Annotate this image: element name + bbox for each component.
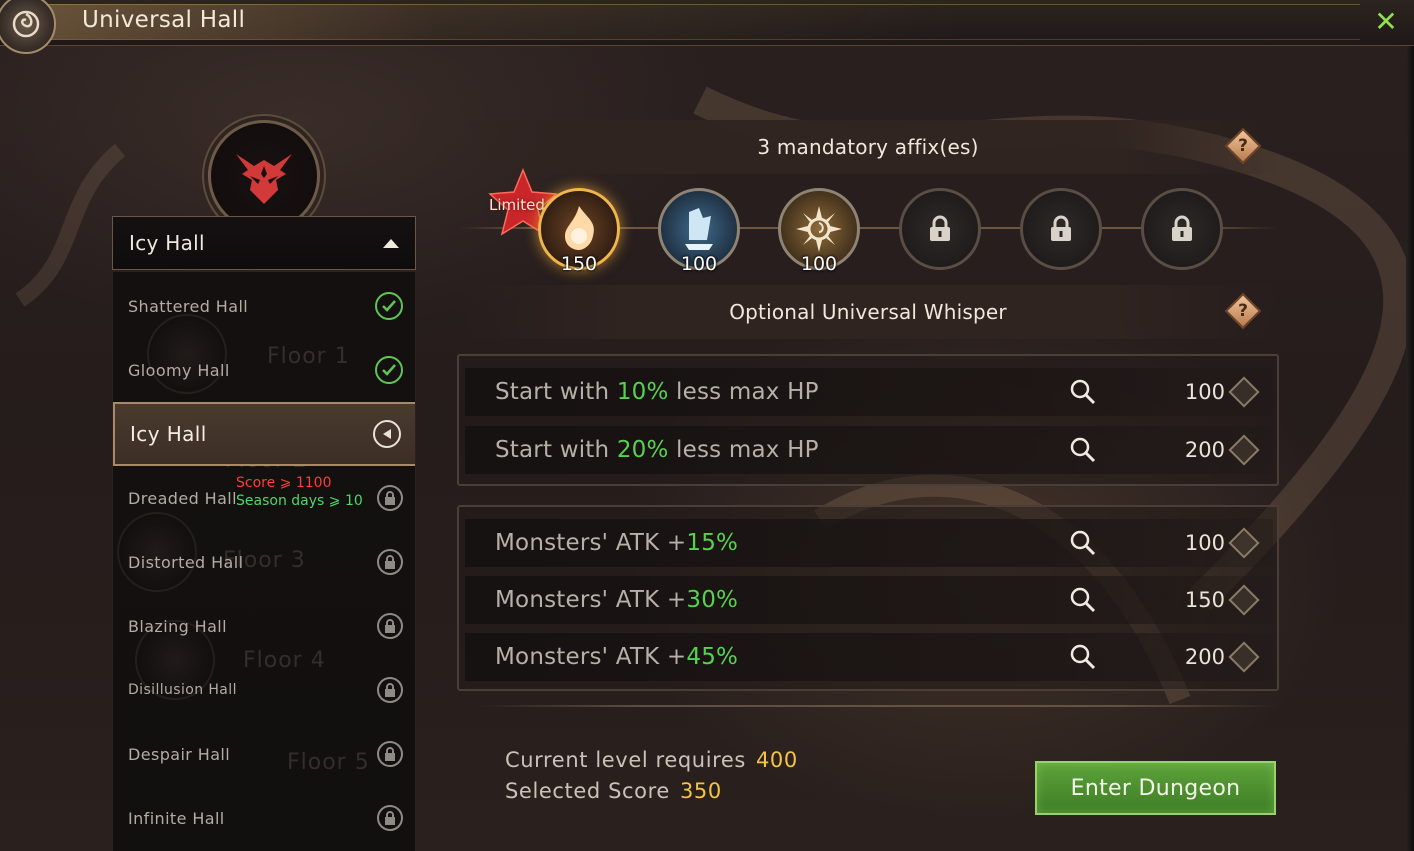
search-icon[interactable] <box>1069 378 1097 406</box>
lock-icon <box>377 613 403 639</box>
sun-vortex-icon <box>796 206 842 252</box>
hall-name: Gloomy Hall <box>128 360 230 380</box>
play-arrow-icon <box>373 420 401 448</box>
hall-name: Distorted Hall <box>128 552 244 572</box>
affix-value: 100 <box>680 253 718 275</box>
right-edge-border <box>1406 46 1414 851</box>
option-select-diamond[interactable] <box>1228 527 1260 559</box>
enter-dungeon-label: Enter Dungeon <box>1070 775 1241 801</box>
mandatory-affix-title: 3 mandatory affix(es) <box>757 135 979 159</box>
hall-list: Floor 1 Floor 2 Floor 3 Floor 4 Floor 5 … <box>112 272 416 851</box>
option-group-monster-atk: Monsters' ATK +15% 100 Monsters' ATK +30… <box>457 505 1279 691</box>
check-icon <box>375 356 403 384</box>
lock-icon <box>1051 215 1071 241</box>
hall-name: Shattered Hall <box>128 296 249 316</box>
caret-up-icon <box>383 238 399 248</box>
lock-icon <box>377 549 403 575</box>
optional-whisper-title: Optional Universal Whisper <box>729 300 1007 324</box>
search-icon[interactable] <box>1069 643 1097 671</box>
option-value: 100 <box>1184 531 1225 555</box>
hall-name: Infinite Hall <box>128 808 225 828</box>
option-value: 200 <box>1184 645 1225 669</box>
unlock-requirements: Score ⩾ 1100 Season days ⩾ 10 <box>236 474 363 510</box>
option-row[interactable]: Monsters' ATK +30% 150 <box>465 576 1273 624</box>
universal-hall-logo-icon <box>0 0 56 54</box>
hall-row-dreaded-hall[interactable]: Dreaded Hall Score ⩾ 1100 Season days ⩾ … <box>113 466 415 530</box>
required-score-value: 400 <box>755 748 798 772</box>
close-button[interactable]: ✕ <box>1372 8 1400 36</box>
hall-row-blazing-hall[interactable]: Blazing Hall <box>113 594 415 658</box>
option-value: 150 <box>1184 588 1225 612</box>
option-select-diamond[interactable] <box>1228 641 1260 673</box>
option-value: 100 <box>1184 380 1225 404</box>
required-score-line: Current level requires 400 <box>505 748 798 772</box>
selected-score-line: Selected Score 350 <box>505 779 722 803</box>
mandatory-affix-header: 3 mandatory affix(es) <box>458 120 1278 174</box>
limited-label: Limited <box>489 196 545 214</box>
option-row[interactable]: Monsters' ATK +45% 200 <box>465 633 1273 681</box>
lock-icon <box>930 215 950 241</box>
option-select-diamond[interactable] <box>1228 434 1260 466</box>
hall-name: Icy Hall <box>130 422 207 446</box>
search-icon[interactable] <box>1069 529 1097 557</box>
divider <box>480 705 1280 707</box>
option-text: Monsters' ATK +30% <box>495 587 739 613</box>
affix-slot-3[interactable]: 100 <box>778 188 860 275</box>
season-days-requirement: Season days ⩾ 10 <box>236 493 363 509</box>
option-value: 200 <box>1184 438 1225 462</box>
hall-dropdown[interactable]: Icy Hall <box>112 216 416 270</box>
hall-row-distorted-hall[interactable]: Distorted Hall <box>113 530 415 594</box>
hall-name: Disillusion Hall <box>128 682 237 698</box>
hall-row-shattered-hall[interactable]: Shattered Hall <box>113 274 415 338</box>
option-text: Start with 20% less max HP <box>495 437 819 463</box>
option-row[interactable]: Monsters' ATK +15% 100 <box>465 519 1273 567</box>
lock-icon <box>377 677 403 703</box>
hall-row-despair-hall[interactable]: Despair Hall <box>113 722 415 786</box>
window-title: Universal Hall <box>82 7 246 33</box>
selected-score-label: Selected Score <box>505 779 670 803</box>
option-text: Monsters' ATK +45% <box>495 644 739 670</box>
option-select-diamond[interactable] <box>1228 376 1260 408</box>
title-bar: Universal Hall ✕ <box>0 0 1414 54</box>
option-select-diamond[interactable] <box>1228 584 1260 616</box>
affix-slot-5-locked[interactable] <box>1020 188 1102 270</box>
option-group-max-hp: Start with 10% less max HP 100 Start wit… <box>457 354 1279 486</box>
affix-slot-4-locked[interactable] <box>899 188 981 270</box>
search-icon[interactable] <box>1069 586 1097 614</box>
lock-icon <box>377 741 403 767</box>
selected-score-value: 350 <box>679 779 722 803</box>
required-score-label: Current level requires <box>505 748 746 772</box>
dropdown-selected-label: Icy Hall <box>129 231 205 255</box>
hall-name: Despair Hall <box>128 744 231 764</box>
affix-value: 150 <box>560 253 598 275</box>
option-row[interactable]: Start with 20% less max HP 200 <box>465 426 1273 474</box>
option-row[interactable]: Start with 10% less max HP 100 <box>465 368 1273 416</box>
search-icon[interactable] <box>1069 436 1097 464</box>
affix-slot-6-locked[interactable] <box>1141 188 1223 270</box>
affix-slot-2[interactable]: 100 <box>658 188 740 275</box>
crystal-shard-icon <box>685 208 713 250</box>
lock-icon <box>377 485 403 511</box>
hall-row-icy-hall[interactable]: Icy Hall <box>113 402 415 466</box>
optional-whisper-header: Optional Universal Whisper <box>458 285 1278 339</box>
option-text: Start with 10% less max HP <box>495 379 819 405</box>
hall-row-gloomy-hall[interactable]: Gloomy Hall <box>113 338 415 402</box>
check-icon <box>375 292 403 320</box>
hall-name: Blazing Hall <box>128 616 227 636</box>
option-text: Monsters' ATK +15% <box>495 530 739 556</box>
hall-name: Dreaded Hall <box>128 488 237 508</box>
flame-skull-icon <box>565 206 594 250</box>
score-requirement: Score ⩾ 1100 <box>236 475 332 491</box>
hall-row-disillusion-hall[interactable]: Disillusion Hall <box>113 658 415 722</box>
affix-value: 100 <box>800 253 838 275</box>
lock-icon <box>377 805 403 831</box>
lock-icon <box>1172 215 1192 241</box>
enter-dungeon-button[interactable]: Enter Dungeon <box>1035 761 1276 815</box>
hall-row-infinite-hall[interactable]: Infinite Hall <box>113 786 415 850</box>
demon-mask-icon <box>236 154 292 204</box>
affix-slot-1[interactable]: 150 <box>538 188 620 275</box>
